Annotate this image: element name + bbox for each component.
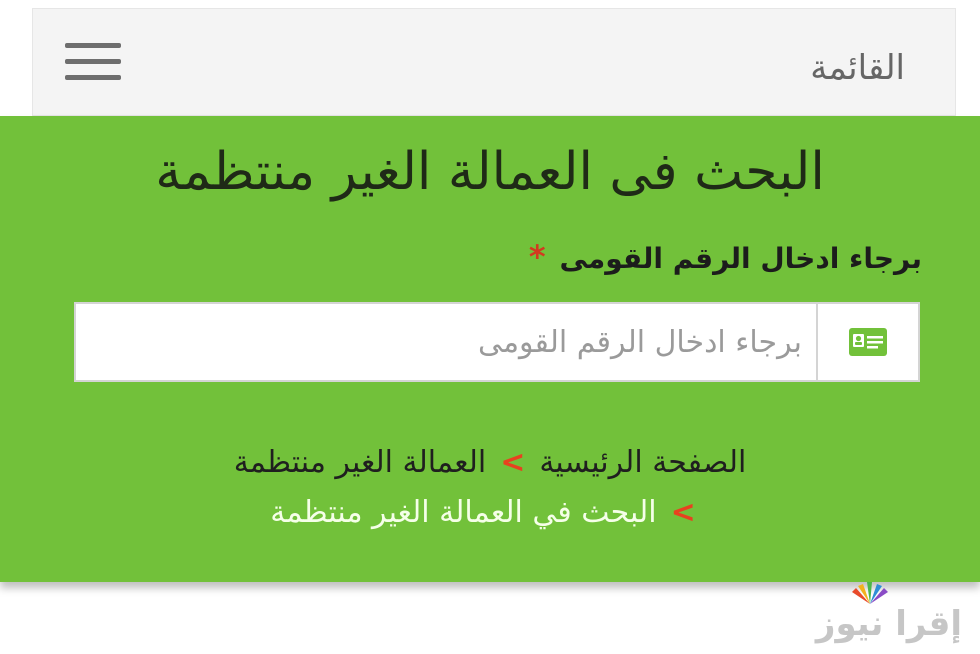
national-id-field-group	[74, 302, 920, 382]
page-title: البحث فى العمالة الغير منتظمة	[155, 142, 825, 202]
breadcrumb-section[interactable]: العمالة الغير منتظمة	[234, 445, 487, 480]
breadcrumb-separator: >	[670, 495, 696, 530]
breadcrumb-current: البحث في العمالة الغير منتظمة	[270, 495, 657, 530]
breadcrumb: الصفحة الرئيسية>العمالة الغير منتظمة >ال…	[0, 438, 980, 538]
national-id-input[interactable]	[76, 304, 816, 380]
search-panel: البحث فى العمالة الغير منتظمة برجاء ادخا…	[0, 116, 980, 582]
breadcrumb-line-1: الصفحة الرئيسية > العمالة الغير منتظمة	[0, 438, 980, 488]
watermark-logo: إقرا نيوز	[815, 582, 962, 644]
logo-fan-icon	[852, 582, 888, 604]
id-card-icon	[849, 328, 887, 356]
breadcrumb-separator: >	[500, 445, 526, 480]
id-card-addon	[816, 304, 918, 380]
hamburger-line	[65, 59, 121, 64]
hamburger-menu-icon[interactable]	[65, 43, 121, 81]
required-mark: *	[528, 238, 546, 276]
watermark-text: إقرا نيوز	[815, 604, 962, 644]
hamburger-line	[65, 75, 121, 80]
breadcrumb-home[interactable]: الصفحة الرئيسية	[539, 445, 746, 480]
top-nav-bar: القائمة	[32, 8, 956, 116]
national-id-label: برجاء ادخال الرقم القومى *	[529, 238, 922, 276]
page: القائمة البحث فى العمالة الغير منتظمة بر…	[0, 0, 980, 654]
national-id-label-text: برجاء ادخال الرقم القومى	[559, 242, 922, 275]
hamburger-line	[65, 43, 121, 48]
breadcrumb-line-2: > البحث في العمالة الغير منتظمة	[0, 488, 980, 538]
menu-title[interactable]: القائمة	[810, 51, 905, 85]
